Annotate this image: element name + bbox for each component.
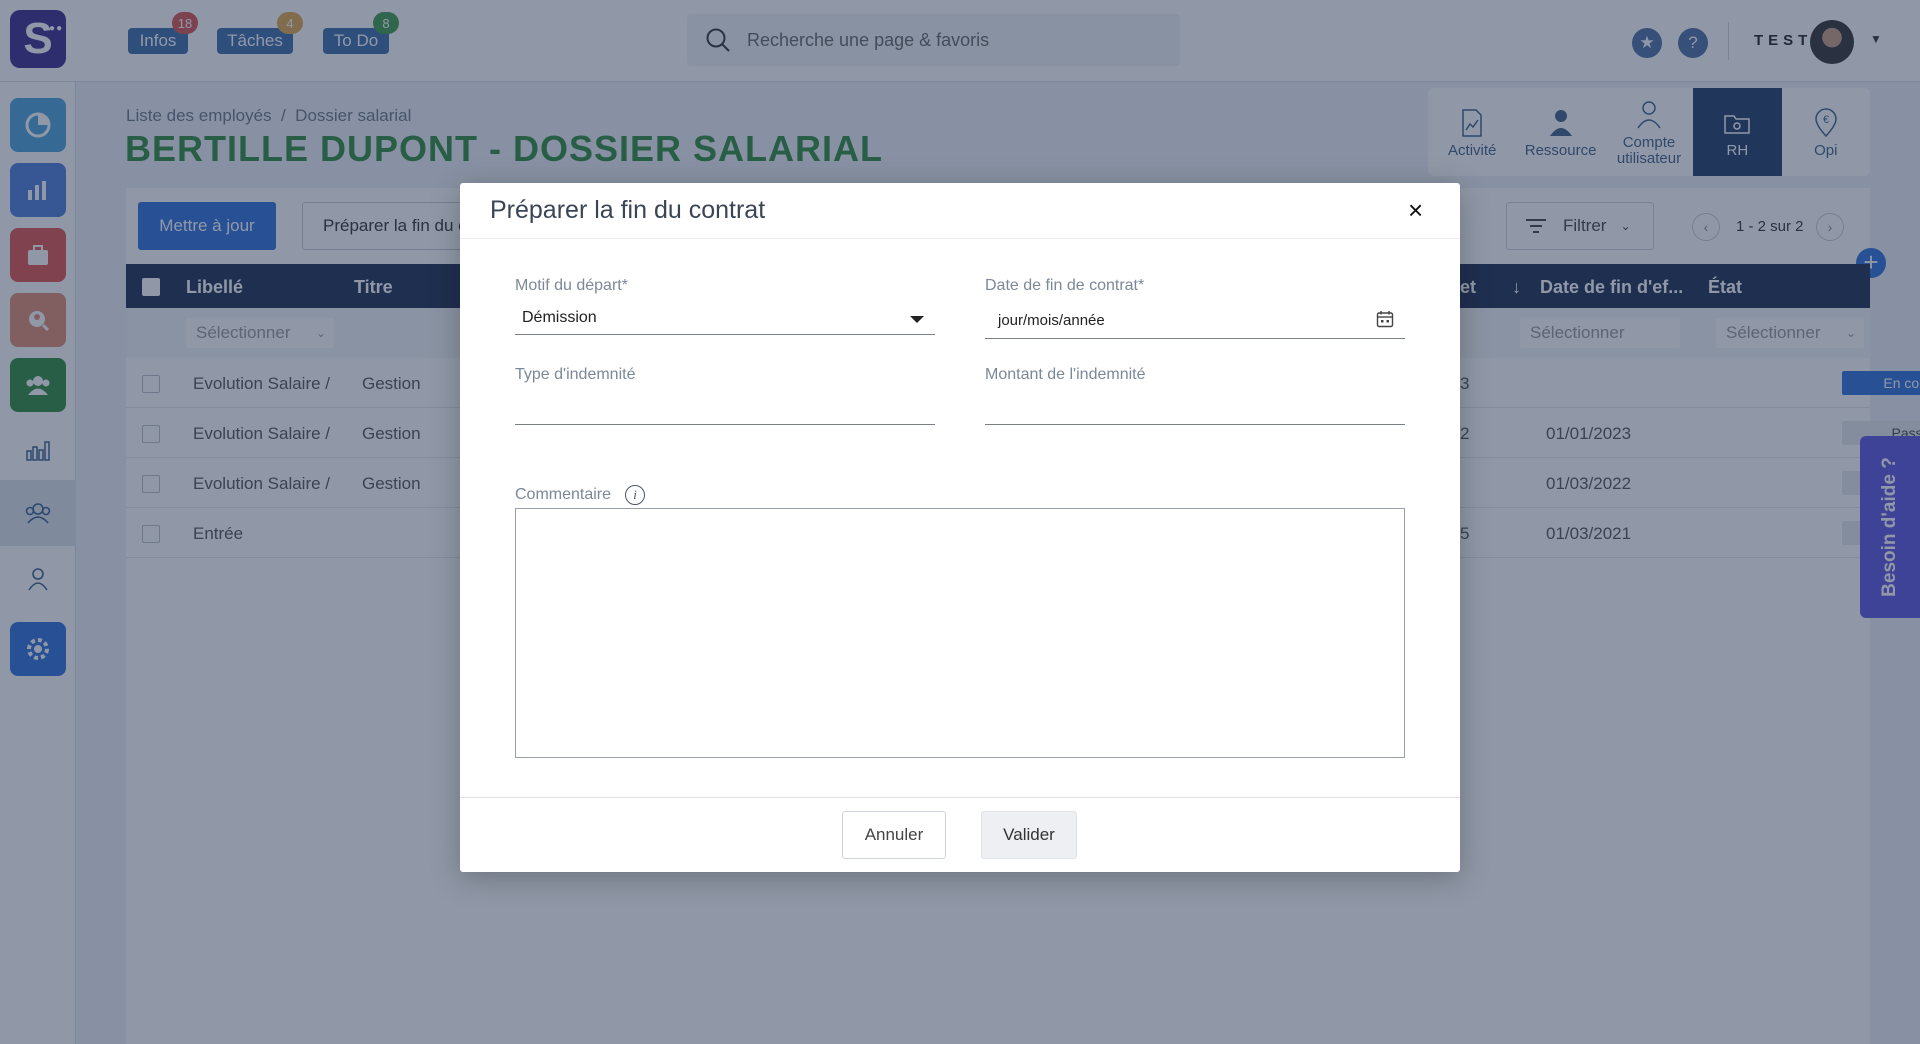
- comment-textarea[interactable]: [515, 508, 1405, 758]
- departure-reason-label: Motif du départ*: [515, 277, 628, 294]
- indemnity-amount-label: Montant de l'indemnité: [985, 366, 1146, 383]
- end-contract-modal: Préparer la fin du contrat × Motif du dé…: [460, 183, 1460, 872]
- end-date-placeholder: jour/mois/année: [998, 312, 1105, 329]
- departure-reason-underline: [515, 334, 935, 335]
- close-icon[interactable]: ×: [1408, 195, 1423, 226]
- end-date-label: Date de fin de contrat*: [985, 277, 1145, 294]
- indemnity-amount-underline: [985, 424, 1405, 425]
- modal-title: Préparer la fin du contrat: [490, 196, 766, 224]
- calendar-icon[interactable]: [1376, 310, 1394, 328]
- cancel-button[interactable]: Annuler: [842, 811, 946, 859]
- indemnity-amount-input[interactable]: [985, 383, 1405, 425]
- comment-label: Commentaire: [515, 486, 612, 503]
- caret-down-icon: [910, 316, 924, 323]
- end-date-underline: [985, 338, 1405, 339]
- indemnity-type-underline: [515, 424, 935, 425]
- indemnity-type-label: Type d'indemnité: [515, 366, 636, 383]
- end-date-input[interactable]: jour/mois/année: [985, 295, 1405, 339]
- departure-reason-select[interactable]: Démission: [515, 295, 935, 335]
- indemnity-type-input[interactable]: [515, 383, 935, 425]
- info-icon[interactable]: i: [625, 485, 645, 505]
- modal-header-divider: [460, 238, 1460, 239]
- validate-button[interactable]: Valider: [981, 811, 1077, 859]
- modal-footer-divider: [460, 797, 1460, 798]
- departure-reason-value: Démission: [522, 309, 597, 326]
